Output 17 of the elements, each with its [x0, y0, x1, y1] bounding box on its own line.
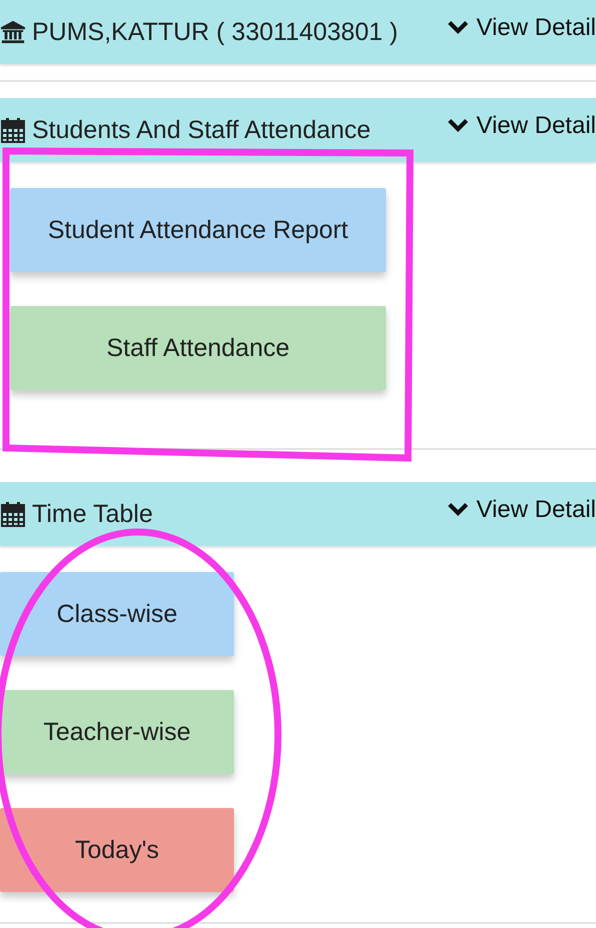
- view-details-link[interactable]: View Detail: [448, 496, 596, 524]
- menu-button[interactable]: Today's: [0, 808, 234, 892]
- calendar-icon: [0, 501, 26, 527]
- chevron-down-icon: [448, 119, 468, 133]
- calendar-icon: [0, 117, 26, 143]
- view-details-link[interactable]: View Detail: [448, 14, 596, 42]
- menu-button[interactable]: Student Attendance Report: [10, 188, 386, 272]
- chevron-down-icon: [448, 21, 468, 35]
- view-details-link[interactable]: View Detail: [448, 112, 596, 140]
- menu-button[interactable]: Staff Attendance: [10, 306, 386, 390]
- menu-button[interactable]: Teacher-wise: [0, 690, 234, 774]
- bank-icon: [0, 19, 26, 45]
- panel-title: PUMS,KATTUR ( 33011403801 ): [32, 18, 398, 46]
- panel-title: Students And Staff Attendance: [32, 116, 371, 144]
- menu-button[interactable]: Class-wise: [0, 572, 234, 656]
- panel-title: Time Table: [32, 500, 153, 528]
- chevron-down-icon: [448, 503, 468, 517]
